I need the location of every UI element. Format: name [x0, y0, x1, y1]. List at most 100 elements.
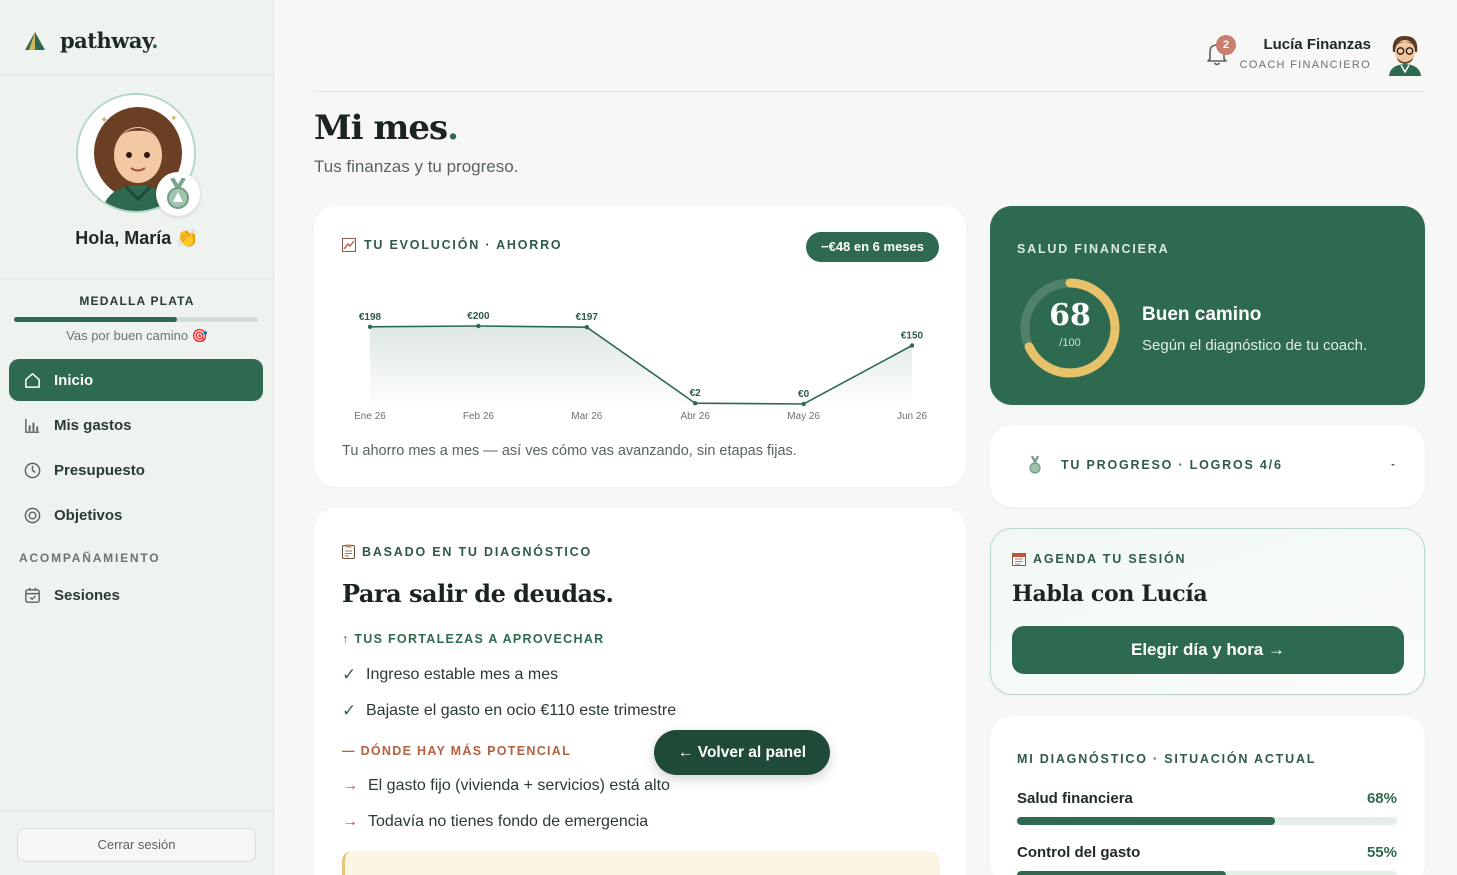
chart-data-label: €200	[467, 311, 490, 322]
medal-badge	[156, 172, 200, 216]
nav-item-inicio[interactable]: Inicio	[9, 359, 263, 401]
session-eyebrow: AGENDA TU SESIÓN	[1012, 552, 1186, 566]
medal-subtitle: Vas por buen camino 🎯	[66, 328, 208, 343]
nav-item-label: Presupuesto	[54, 461, 145, 479]
home-icon	[25, 372, 40, 388]
chart-data-label: €197	[576, 312, 599, 323]
sidebar-divider	[0, 810, 274, 811]
arrow-right-icon: →	[342, 813, 358, 830]
medal-progress-bar	[14, 317, 258, 322]
health-status-subtitle: Según el diagnóstico de tu coach.	[1142, 337, 1368, 354]
chart-data-label: €2	[690, 388, 702, 399]
nav-item-label: Sesiones	[54, 586, 120, 604]
medal-title: MEDALLA PLATA	[79, 294, 195, 308]
chart-tick-label: Mar 26	[571, 411, 603, 422]
metric-bar-fill	[1017, 871, 1226, 875]
chart-data-label: €198	[359, 312, 382, 323]
chart-point	[909, 343, 915, 348]
strengths-heading: ↑ TUS FORTALEZAS A APROVECHAR	[342, 632, 605, 646]
header-divider	[314, 91, 1425, 92]
evolution-eyebrow-label: TU EVOLUCIÓN · AHORRO	[364, 238, 563, 252]
health-score-value: 68	[1049, 298, 1091, 333]
chart-tick-label: May 26	[787, 411, 820, 422]
potential-text: El gasto fijo (vivienda + servicios) est…	[368, 777, 670, 794]
session-eyebrow-label: AGENDA TU SESIÓN	[1033, 552, 1187, 566]
metric-label: Control del gasto	[1017, 844, 1141, 861]
notification-badge: 2	[1216, 35, 1236, 55]
chart-point	[476, 323, 481, 329]
evolution-note: Tu ahorro mes a mes — así ves cómo vas a…	[342, 443, 797, 459]
calendar-emoji-icon	[1012, 553, 1026, 566]
metric-value: 68%	[1366, 790, 1397, 807]
nav-item-sesiones[interactable]: Sesiones	[9, 574, 263, 616]
back-to-panel-button[interactable]: ← Volver al panel	[654, 730, 830, 775]
nav-item-presupuesto[interactable]: Presupuesto	[9, 449, 263, 491]
metric-bar	[1017, 871, 1397, 875]
nav-item-label: Inicio	[54, 371, 94, 389]
chart-data-label: €0	[798, 389, 810, 400]
chart-tick-label: Ene 26	[354, 411, 386, 422]
plan-eyebrow-label: BASADO EN TU DIAGNÓSTICO	[362, 544, 593, 559]
diagnosis-eyebrow: MI DIAGNÓSTICO · SITUACIÓN ACTUAL	[1017, 752, 1317, 766]
nav-item-label: Mis gastos	[54, 416, 132, 434]
potential-item: → Todavía no tienes fondo de emergencia	[342, 813, 648, 831]
nav-item-objetivos[interactable]: Objetivos	[9, 494, 263, 536]
sidebar: pathway. ✦ ✦ Hola, María 👏 MEDALLA PLATA…	[0, 0, 274, 875]
chart-data-label: €150	[901, 331, 924, 342]
health-score-max: /100	[1059, 337, 1081, 349]
chart-tick-label: Jun 26	[897, 411, 927, 422]
potential-heading: — DÓNDE HAY MÁS POTENCIAL	[342, 744, 572, 758]
bar-chart-icon	[25, 418, 40, 433]
strength-text: Bajaste el gasto en ocio €110 este trime…	[366, 702, 677, 719]
savings-area-chart: €198 Ene 26 €200 Feb 26 €197 Mar 26 €2 Abr 26 €0…	[354, 311, 927, 422]
session-title: Habla con Lucía	[1012, 581, 1208, 607]
nav-section-label: ACOMPAÑAMIENTO	[19, 551, 161, 565]
silver-medal-icon	[167, 178, 189, 209]
chart-tick-label: Feb 26	[463, 411, 495, 422]
page-title: Mi mes.	[314, 108, 459, 148]
health-eyebrow: SALUD FINANCIERA	[1017, 242, 1170, 256]
health-status-title: Buen camino	[1142, 304, 1262, 325]
achievements-progress-card[interactable]: TU PROGRESO · LOGROS 4/6	[990, 425, 1425, 507]
sidebar-divider	[0, 278, 274, 279]
sidebar-divider	[0, 74, 274, 75]
chart-point	[693, 401, 698, 406]
progress-eyebrow: TU PROGRESO · LOGROS 4/6	[1061, 458, 1283, 472]
potential-item: → El gasto fijo (vivienda + servicios) es…	[342, 777, 670, 795]
target-icon	[24, 507, 41, 523]
greeting: Hola, María 👏	[75, 228, 199, 248]
coach-avatar[interactable]	[1385, 32, 1425, 76]
logout-button[interactable]: Cerrar sesión	[17, 828, 256, 862]
metric-bar	[1017, 817, 1397, 825]
evolution-change-pill: −€48 en 6 meses	[806, 232, 939, 262]
medal-progress-fill	[14, 317, 178, 322]
clock-icon	[24, 462, 41, 478]
logo-text: pathway.	[60, 28, 159, 53]
nav-item-mis-gastos[interactable]: Mis gastos	[9, 404, 263, 446]
logo[interactable]: pathway.	[24, 28, 159, 53]
potential-text: Todavía no tienes fondo de emergencia	[368, 813, 649, 830]
nav-item-label: Objetivos	[54, 506, 123, 524]
financial-health-card: SALUD FINANCIERA 68 /100 Buen camino Seg…	[990, 206, 1425, 405]
metric-label: Salud financiera	[1017, 790, 1133, 807]
book-session-card: AGENDA TU SESIÓN Habla con Lucía Elegir …	[990, 528, 1425, 695]
plan-title: Para salir de deudas.	[342, 579, 614, 608]
chart-point	[801, 401, 806, 407]
mountain-logo-icon	[25, 31, 45, 50]
metric-value: 55%	[1366, 844, 1397, 861]
chevron-down-icon[interactable]	[1388, 461, 1398, 469]
chart-point	[367, 324, 373, 329]
check-icon: ✓	[342, 665, 357, 684]
svg-text:✦: ✦	[100, 115, 108, 126]
svg-text:✦: ✦	[170, 113, 178, 123]
plan-eyebrow: BASADO EN TU DIAGNÓSTICO	[342, 544, 592, 559]
arrow-right-icon: →	[342, 777, 358, 794]
choose-date-button[interactable]: Elegir día y hora →	[1012, 626, 1404, 674]
clipboard-icon	[342, 544, 355, 559]
diagnosis-card: MI DIAGNÓSTICO · SITUACIÓN ACTUAL Salud …	[990, 716, 1425, 875]
plan-callout	[342, 851, 940, 875]
metric-bar-fill	[1017, 817, 1276, 825]
evolution-eyebrow: TU EVOLUCIÓN · AHORRO	[342, 238, 562, 252]
page-subtitle: Tus finanzas y tu progreso.	[314, 157, 519, 176]
strength-item: ✓ Bajaste el gasto en ocio €110 este trim…	[342, 701, 676, 721]
